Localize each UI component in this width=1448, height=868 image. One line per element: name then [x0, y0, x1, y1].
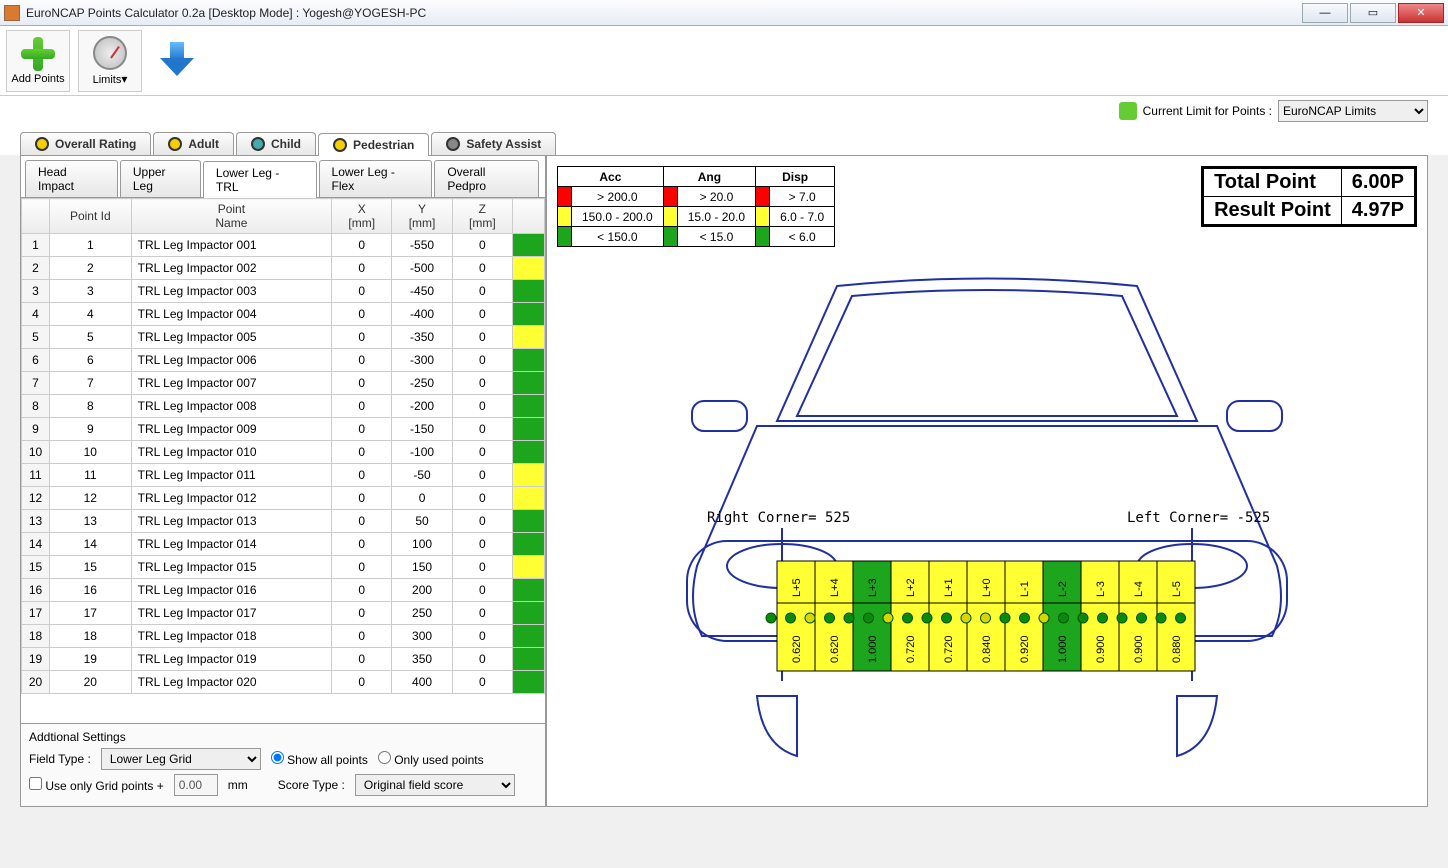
table-row[interactable]: 2020TRL Leg Impactor 02004000	[22, 671, 545, 694]
table-row[interactable]: 1111TRL Leg Impactor 0110-500	[22, 464, 545, 487]
svg-text:1.000: 1.000	[867, 635, 879, 663]
data-grid[interactable]: Point IdPointNameX[mm]Y[mm]Z[mm]11TRL Le…	[21, 198, 545, 723]
subtab-upper-leg[interactable]: Upper Leg	[120, 160, 201, 197]
svg-text:0.620: 0.620	[829, 635, 841, 663]
grid-header[interactable]: X[mm]	[332, 199, 392, 234]
grid-header[interactable]: Z[mm]	[452, 199, 512, 234]
svg-text:L+5: L+5	[791, 578, 803, 597]
show-all-radio[interactable]: Show all points	[271, 751, 368, 767]
app-icon	[4, 5, 20, 21]
limit-bar: Current Limit for Points : EuroNCAP Limi…	[0, 96, 1448, 126]
svg-text:L+3: L+3	[867, 578, 879, 597]
table-row[interactable]: 1818TRL Leg Impactor 01803000	[22, 625, 545, 648]
score-type-select[interactable]: Original field score	[355, 774, 515, 796]
table-row[interactable]: 1313TRL Leg Impactor 0130500	[22, 510, 545, 533]
subtab-lower-leg-flex[interactable]: Lower Leg - Flex	[319, 160, 433, 197]
minimize-button[interactable]: —	[1302, 3, 1348, 23]
svg-text:0.620: 0.620	[791, 635, 803, 663]
svg-text:0.900: 0.900	[1133, 635, 1145, 663]
table-row[interactable]: 88TRL Leg Impactor 0080-2000	[22, 395, 545, 418]
tab-adult[interactable]: Adult	[153, 132, 234, 155]
car-diagram: Right Corner= 525 Left Corner= -525 L+5 0.6…	[637, 266, 1337, 776]
field-type-select[interactable]: Lower Leg Grid	[101, 748, 261, 770]
table-row[interactable]: 1414TRL Leg Impactor 01401000	[22, 533, 545, 556]
svg-text:L+2: L+2	[905, 578, 917, 597]
use-grid-checkbox[interactable]: Use only Grid points +	[29, 777, 164, 793]
table-row[interactable]: 1717TRL Leg Impactor 01702500	[22, 602, 545, 625]
points-summary: Total Point6.00P Result Point4.97P	[1201, 166, 1417, 227]
arrow-down-icon	[160, 42, 194, 76]
svg-text:0.840: 0.840	[981, 635, 993, 663]
maximize-button[interactable]: ▭	[1350, 3, 1396, 23]
grid-header[interactable]: PointName	[131, 199, 332, 234]
table-row[interactable]: 1919TRL Leg Impactor 01903500	[22, 648, 545, 671]
svg-text:0.920: 0.920	[1019, 635, 1031, 663]
svg-text:L-1: L-1	[1019, 581, 1031, 597]
limits-button[interactable]: Limits▾	[78, 30, 142, 92]
table-row[interactable]: 1616TRL Leg Impactor 01602000	[22, 579, 545, 602]
svg-text:0.720: 0.720	[905, 635, 917, 663]
svg-text:L-3: L-3	[1095, 581, 1107, 597]
table-row[interactable]: 11TRL Leg Impactor 0010-5500	[22, 234, 545, 257]
table-row[interactable]: 1010TRL Leg Impactor 0100-1000	[22, 441, 545, 464]
score-type-label: Score Type :	[278, 778, 345, 792]
table-row[interactable]: 33TRL Leg Impactor 0030-4500	[22, 280, 545, 303]
tab-safety-assist[interactable]: Safety Assist	[431, 132, 556, 155]
grid-header[interactable]: Y[mm]	[392, 199, 452, 234]
limit-select[interactable]: EuroNCAP Limits	[1278, 100, 1428, 122]
main-tabs: Overall RatingAdultChildPedestrianSafety…	[0, 126, 1448, 155]
table-row[interactable]: 99TRL Leg Impactor 0090-1500	[22, 418, 545, 441]
table-row[interactable]: 44TRL Leg Impactor 0040-4000	[22, 303, 545, 326]
limit-label: Current Limit for Points :	[1143, 104, 1272, 118]
svg-text:L+4: L+4	[829, 578, 841, 597]
svg-text:Right Corner= 525: Right Corner= 525	[707, 510, 850, 526]
table-row[interactable]: 22TRL Leg Impactor 0020-5000	[22, 257, 545, 280]
svg-text:L+0: L+0	[981, 578, 993, 597]
window-title: EuroNCAP Points Calculator 0.2a [Desktop…	[26, 6, 426, 20]
gauge-icon	[93, 36, 127, 70]
grid-header[interactable]	[22, 199, 50, 234]
field-type-label: Field Type :	[29, 752, 91, 766]
plus-icon	[21, 37, 55, 71]
svg-text:0.720: 0.720	[943, 635, 955, 663]
titlebar: EuroNCAP Points Calculator 0.2a [Desktop…	[0, 0, 1448, 26]
grid-header[interactable]	[513, 199, 545, 234]
subtab-head-impact[interactable]: Head Impact	[25, 160, 118, 197]
svg-text:0.880: 0.880	[1171, 635, 1183, 663]
svg-text:L-5: L-5	[1171, 581, 1183, 597]
table-row[interactable]: 55TRL Leg Impactor 0050-3500	[22, 326, 545, 349]
tab-child[interactable]: Child	[236, 132, 316, 155]
limit-icon	[1119, 102, 1137, 120]
table-row[interactable]: 1212TRL Leg Impactor 012000	[22, 487, 545, 510]
grid-offset-input[interactable]	[174, 774, 218, 796]
svg-text:L-2: L-2	[1057, 581, 1069, 597]
tab-overall-rating[interactable]: Overall Rating	[20, 132, 151, 155]
close-button[interactable]: ✕	[1398, 3, 1444, 23]
settings-title: Addtional Settings	[29, 730, 537, 744]
only-used-radio[interactable]: Only used points	[378, 751, 484, 767]
additional-settings: Addtional Settings Field Type : Lower Le…	[21, 723, 545, 806]
sub-tabs: Head ImpactUpper LegLower Leg - TRLLower…	[21, 156, 545, 198]
add-points-button[interactable]: Add Points	[6, 30, 70, 92]
tab-pedestrian[interactable]: Pedestrian	[318, 133, 429, 156]
legend-table: AccAngDisp> 200.0> 20.0> 7.0150.0 - 200.…	[557, 166, 835, 247]
subtab-lower-leg-trl[interactable]: Lower Leg - TRL	[203, 161, 317, 198]
table-row[interactable]: 77TRL Leg Impactor 0070-2500	[22, 372, 545, 395]
svg-text:Left Corner= -525: Left Corner= -525	[1127, 510, 1270, 526]
svg-text:L+1: L+1	[943, 578, 955, 597]
subtab-overall-pedpro[interactable]: Overall Pedpro	[434, 160, 539, 197]
toolbar: Add Points Limits▾	[0, 26, 1448, 96]
table-row[interactable]: 1515TRL Leg Impactor 01501500	[22, 556, 545, 579]
grid-header[interactable]: Point Id	[50, 199, 132, 234]
table-row[interactable]: 66TRL Leg Impactor 0060-3000	[22, 349, 545, 372]
svg-text:L-4: L-4	[1133, 581, 1145, 597]
svg-text:1.000: 1.000	[1057, 635, 1069, 663]
svg-text:0.900: 0.900	[1095, 635, 1107, 663]
